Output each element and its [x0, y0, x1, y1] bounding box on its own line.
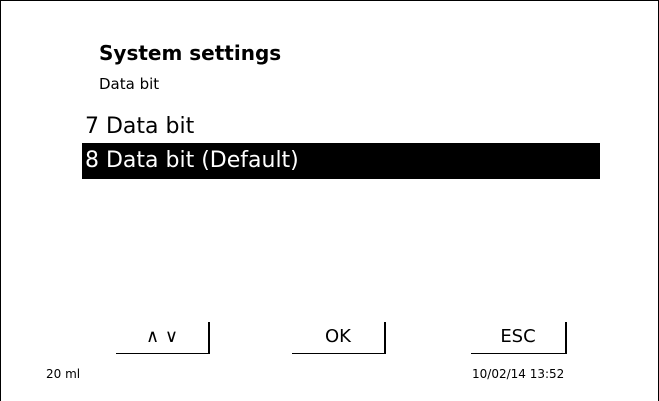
esc-button[interactable]: ESC: [471, 322, 567, 354]
display-frame-top: [0, 0, 659, 1]
ok-label: OK: [325, 326, 351, 347]
option-7-data-bit[interactable]: 7 Data bit: [82, 110, 600, 143]
esc-label: ESC: [500, 326, 536, 347]
esc-button-underline: [471, 353, 565, 354]
navigate-button-underline: [116, 353, 208, 354]
option-list: 7 Data bit 8 Data bit (Default): [82, 110, 600, 179]
datetime-status: 10/02/14 13:52: [472, 367, 565, 381]
page-subtitle: Data bit: [99, 75, 160, 93]
navigate-up-down-label: ∧ ∨: [145, 326, 179, 347]
option-8-data-bit-default[interactable]: 8 Data bit (Default): [82, 143, 600, 179]
ok-button[interactable]: OK: [292, 322, 386, 354]
ok-button-underline: [292, 353, 384, 354]
navigate-up-down-button[interactable]: ∧ ∨: [116, 322, 210, 354]
display-frame-left: [0, 0, 1, 401]
volume-status: 20 ml: [46, 367, 81, 381]
page-title: System settings: [99, 41, 282, 65]
